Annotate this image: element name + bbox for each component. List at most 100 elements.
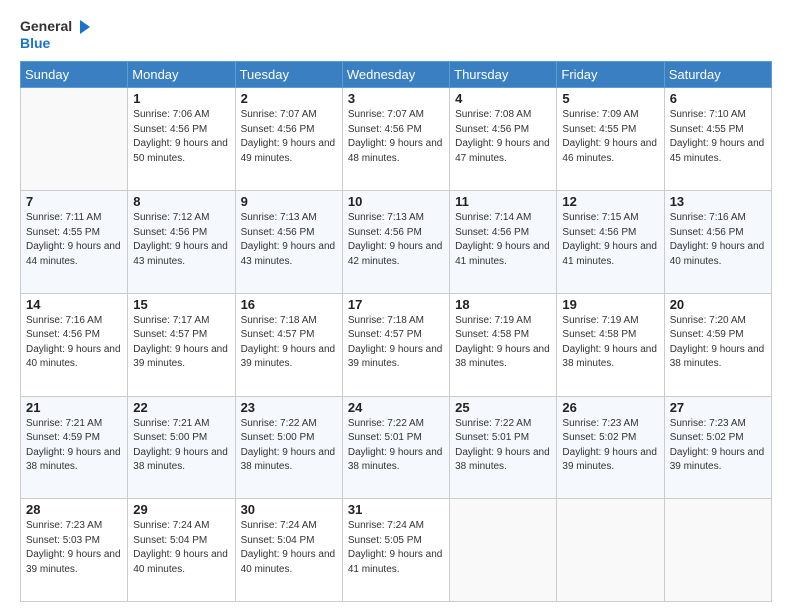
calendar-cell: 5 Sunrise: 7:09 AMSunset: 4:55 PMDaylight… bbox=[557, 88, 664, 191]
week-row-2: 14Sunrise: 7:16 AMSunset: 4:56 PMDayligh… bbox=[21, 293, 772, 396]
week-row-0: 1 Sunrise: 7:06 AMSunset: 4:56 PMDaylight… bbox=[21, 88, 772, 191]
day-info: Sunrise: 7:11 AMSunset: 4:55 PMDaylight:… bbox=[26, 211, 122, 269]
day-number: 6 bbox=[670, 91, 766, 106]
day-number: 21 bbox=[26, 400, 122, 415]
calendar-cell: 30 Sunrise: 7:24 AMSunset: 5:04 PMDayligh… bbox=[235, 499, 342, 602]
day-number: 2 bbox=[241, 91, 337, 106]
day-number: 12 bbox=[562, 194, 658, 209]
weekday-header-friday: Friday bbox=[557, 62, 664, 88]
calendar-cell: 13Sunrise: 7:16 AMSunset: 4:56 PMDayligh… bbox=[664, 191, 771, 294]
day-number: 29 bbox=[133, 502, 229, 517]
day-number: 23 bbox=[241, 400, 337, 415]
day-info: Sunrise: 7:07 AMSunset: 4:56 PMDaylight:… bbox=[241, 108, 337, 166]
calendar-cell: 22Sunrise: 7:21 AMSunset: 5:00 PMDayligh… bbox=[128, 396, 235, 499]
day-number: 5 bbox=[562, 91, 658, 106]
day-number: 30 bbox=[241, 502, 337, 517]
day-number: 9 bbox=[241, 194, 337, 209]
calendar-cell bbox=[557, 499, 664, 602]
day-number: 24 bbox=[348, 400, 444, 415]
calendar-cell: 23Sunrise: 7:22 AMSunset: 5:00 PMDayligh… bbox=[235, 396, 342, 499]
logo-text-blue: Blue bbox=[20, 36, 92, 51]
day-info: Sunrise: 7:20 AMSunset: 4:59 PMDaylight:… bbox=[670, 314, 766, 372]
calendar-cell: 4 Sunrise: 7:08 AMSunset: 4:56 PMDaylight… bbox=[450, 88, 557, 191]
logo-text-general: General bbox=[20, 19, 72, 34]
calendar-cell: 15Sunrise: 7:17 AMSunset: 4:57 PMDayligh… bbox=[128, 293, 235, 396]
calendar-cell: 27 Sunrise: 7:23 AMSunset: 5:02 PMDayligh… bbox=[664, 396, 771, 499]
calendar-cell: 28 Sunrise: 7:23 AMSunset: 5:03 PMDayligh… bbox=[21, 499, 128, 602]
calendar-cell: 18 Sunrise: 7:19 AMSunset: 4:58 PMDayligh… bbox=[450, 293, 557, 396]
weekday-header-tuesday: Tuesday bbox=[235, 62, 342, 88]
calendar-cell: 11Sunrise: 7:14 AMSunset: 4:56 PMDayligh… bbox=[450, 191, 557, 294]
day-info: Sunrise: 7:23 AMSunset: 5:02 PMDaylight:… bbox=[670, 417, 766, 475]
day-info: Sunrise: 7:19 AMSunset: 4:58 PMDaylight:… bbox=[455, 314, 551, 372]
calendar-cell: 6 Sunrise: 7:10 AMSunset: 4:55 PMDaylight… bbox=[664, 88, 771, 191]
day-number: 19 bbox=[562, 297, 658, 312]
day-info: Sunrise: 7:17 AMSunset: 4:57 PMDaylight:… bbox=[133, 314, 229, 372]
day-info: Sunrise: 7:24 AMSunset: 5:04 PMDaylight:… bbox=[241, 519, 337, 577]
calendar-cell: 25Sunrise: 7:22 AMSunset: 5:01 PMDayligh… bbox=[450, 396, 557, 499]
day-info: Sunrise: 7:06 AMSunset: 4:56 PMDaylight:… bbox=[133, 108, 229, 166]
calendar-cell bbox=[450, 499, 557, 602]
day-info: Sunrise: 7:24 AMSunset: 5:05 PMDaylight:… bbox=[348, 519, 444, 577]
day-number: 20 bbox=[670, 297, 766, 312]
calendar-cell: 3Sunrise: 7:07 AMSunset: 4:56 PMDaylight… bbox=[342, 88, 449, 191]
weekday-header-row: SundayMondayTuesdayWednesdayThursdayFrid… bbox=[21, 62, 772, 88]
weekday-header-saturday: Saturday bbox=[664, 62, 771, 88]
calendar-cell: 21 Sunrise: 7:21 AMSunset: 4:59 PMDayligh… bbox=[21, 396, 128, 499]
day-number: 8 bbox=[133, 194, 229, 209]
day-info: Sunrise: 7:10 AMSunset: 4:55 PMDaylight:… bbox=[670, 108, 766, 166]
calendar-cell: 26 Sunrise: 7:23 AMSunset: 5:02 PMDayligh… bbox=[557, 396, 664, 499]
day-info: Sunrise: 7:13 AMSunset: 4:56 PMDaylight:… bbox=[241, 211, 337, 269]
day-info: Sunrise: 7:24 AMSunset: 5:04 PMDaylight:… bbox=[133, 519, 229, 577]
day-number: 10 bbox=[348, 194, 444, 209]
day-number: 26 bbox=[562, 400, 658, 415]
calendar-cell: 2 Sunrise: 7:07 AMSunset: 4:56 PMDaylight… bbox=[235, 88, 342, 191]
day-info: Sunrise: 7:21 AMSunset: 5:00 PMDaylight:… bbox=[133, 417, 229, 475]
day-number: 4 bbox=[455, 91, 551, 106]
calendar-cell: 8 Sunrise: 7:12 AMSunset: 4:56 PMDaylight… bbox=[128, 191, 235, 294]
day-info: Sunrise: 7:13 AMSunset: 4:56 PMDaylight:… bbox=[348, 211, 444, 269]
day-info: Sunrise: 7:15 AMSunset: 4:56 PMDaylight:… bbox=[562, 211, 658, 269]
calendar-cell: 9 Sunrise: 7:13 AMSunset: 4:56 PMDaylight… bbox=[235, 191, 342, 294]
calendar-table: SundayMondayTuesdayWednesdayThursdayFrid… bbox=[20, 61, 772, 602]
calendar-cell: 16 Sunrise: 7:18 AMSunset: 4:57 PMDayligh… bbox=[235, 293, 342, 396]
header: General Blue bbox=[20, 18, 772, 51]
day-number: 11 bbox=[455, 194, 551, 209]
calendar-cell: 19 Sunrise: 7:19 AMSunset: 4:58 PMDayligh… bbox=[557, 293, 664, 396]
logo: General Blue bbox=[20, 18, 92, 51]
week-row-3: 21 Sunrise: 7:21 AMSunset: 4:59 PMDayligh… bbox=[21, 396, 772, 499]
day-info: Sunrise: 7:12 AMSunset: 4:56 PMDaylight:… bbox=[133, 211, 229, 269]
day-number: 17 bbox=[348, 297, 444, 312]
day-info: Sunrise: 7:23 AMSunset: 5:02 PMDaylight:… bbox=[562, 417, 658, 475]
day-info: Sunrise: 7:08 AMSunset: 4:56 PMDaylight:… bbox=[455, 108, 551, 166]
day-number: 14 bbox=[26, 297, 122, 312]
calendar-cell: 10 Sunrise: 7:13 AMSunset: 4:56 PMDayligh… bbox=[342, 191, 449, 294]
day-number: 31 bbox=[348, 502, 444, 517]
day-info: Sunrise: 7:18 AMSunset: 4:57 PMDaylight:… bbox=[348, 314, 444, 372]
day-info: Sunrise: 7:21 AMSunset: 4:59 PMDaylight:… bbox=[26, 417, 122, 475]
weekday-header-thursday: Thursday bbox=[450, 62, 557, 88]
day-number: 16 bbox=[241, 297, 337, 312]
day-info: Sunrise: 7:23 AMSunset: 5:03 PMDaylight:… bbox=[26, 519, 122, 577]
day-info: Sunrise: 7:18 AMSunset: 4:57 PMDaylight:… bbox=[241, 314, 337, 372]
calendar-cell: 29 Sunrise: 7:24 AMSunset: 5:04 PMDayligh… bbox=[128, 499, 235, 602]
calendar-cell bbox=[664, 499, 771, 602]
day-info: Sunrise: 7:07 AMSunset: 4:56 PMDaylight:… bbox=[348, 108, 444, 166]
calendar-cell: 31 Sunrise: 7:24 AMSunset: 5:05 PMDayligh… bbox=[342, 499, 449, 602]
calendar-cell bbox=[21, 88, 128, 191]
day-number: 27 bbox=[670, 400, 766, 415]
calendar-cell: 12 Sunrise: 7:15 AMSunset: 4:56 PMDayligh… bbox=[557, 191, 664, 294]
day-number: 1 bbox=[133, 91, 229, 106]
weekday-header-sunday: Sunday bbox=[21, 62, 128, 88]
day-number: 28 bbox=[26, 502, 122, 517]
logo-arrow-icon bbox=[74, 18, 92, 36]
day-info: Sunrise: 7:19 AMSunset: 4:58 PMDaylight:… bbox=[562, 314, 658, 372]
day-number: 18 bbox=[455, 297, 551, 312]
day-number: 25 bbox=[455, 400, 551, 415]
weekday-header-monday: Monday bbox=[128, 62, 235, 88]
calendar-cell: 20 Sunrise: 7:20 AMSunset: 4:59 PMDayligh… bbox=[664, 293, 771, 396]
calendar-cell: 7Sunrise: 7:11 AMSunset: 4:55 PMDaylight… bbox=[21, 191, 128, 294]
day-number: 13 bbox=[670, 194, 766, 209]
day-info: Sunrise: 7:09 AMSunset: 4:55 PMDaylight:… bbox=[562, 108, 658, 166]
calendar-cell: 24Sunrise: 7:22 AMSunset: 5:01 PMDayligh… bbox=[342, 396, 449, 499]
